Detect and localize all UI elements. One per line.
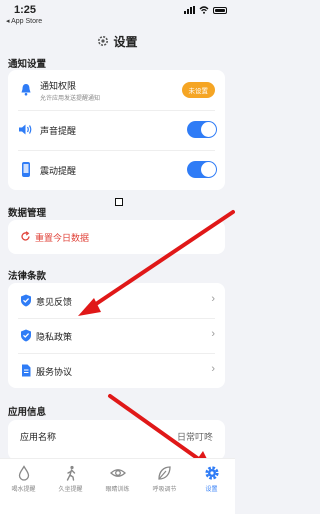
tab-label: 眼睛训练 [105,487,130,493]
annotation-arrow [78,210,235,316]
tab-label: 久坐提醒 [58,487,83,493]
tab-label: 设置 [205,487,218,493]
leaf-icon [158,466,171,480]
tab-label: 喝水提醒 [11,487,36,493]
tab-settings[interactable]: 设置 [188,465,235,493]
tab-eye-training[interactable]: 眼睛训练 [94,465,141,493]
tab-breathing[interactable]: 呼吸调节 [141,465,188,493]
gear-icon [204,466,219,480]
annotation-overlay [78,210,235,469]
tab-water-reminder[interactable]: 喝水提醒 [0,465,47,493]
tab-bar: 喝水提醒 久坐提醒 眼睛训练 呼吸调节 设置 [0,458,235,514]
tab-label: 呼吸调节 [152,487,177,493]
eye-icon [109,469,126,477]
walking-icon [66,465,75,481]
tab-sedentary-reminder[interactable]: 久坐提醒 [47,465,94,493]
water-drop-icon [18,465,29,481]
